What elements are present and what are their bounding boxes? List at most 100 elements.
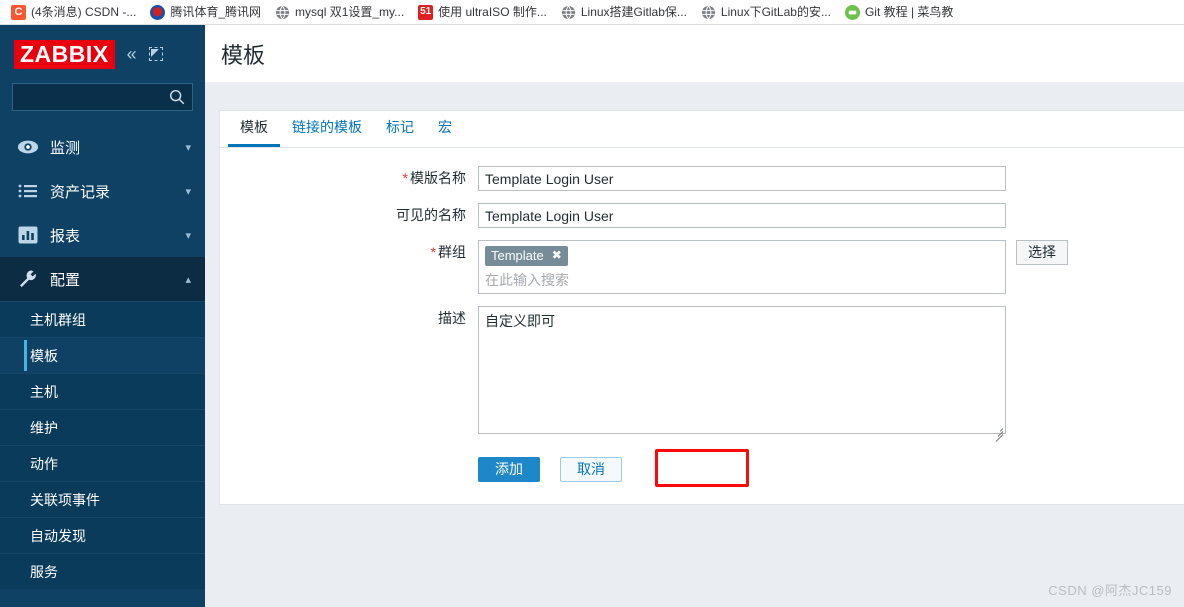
label-text: 群组 [438,244,466,260]
sidebar-subitem-label: 主机群组 [30,311,86,328]
git-favicon [844,4,860,20]
group-chip[interactable]: Template ✖ [485,246,568,266]
sidebar-subitem-hosts[interactable]: 主机 [0,373,205,409]
sidebar-item-label: 报表 [50,227,81,245]
double-chevron-left-icon[interactable]: « [127,45,137,63]
chevron-down-icon[interactable]: ▾ [185,185,191,198]
groups-search-placeholder[interactable]: 在此输入搜索 [485,271,999,289]
bookmark-label: 使用 ultraISO 制作... [438,5,547,19]
bookmark-item[interactable]: Git 教程 | 菜鸟教 [838,3,960,22]
chevron-up-icon[interactable]: ▴ [185,273,191,286]
sidebar-subitem-actions[interactable]: 动作 [0,445,205,481]
sidebar-item-label: 监测 [50,139,81,157]
zabbix-app: ZABBIX « 监测 ▾ 资产记录 ▾ 报表 ▾ 配置 ▴ 主机群组 模板 主… [0,25,1184,607]
sidebar-search-wrapper [0,83,205,125]
description-textarea[interactable]: 自定义即可 [478,306,1006,434]
sidebar-subitem-host-groups[interactable]: 主机群组 [0,301,205,337]
template-name-label: * 模版名称 [220,166,478,190]
form-body: *模版名称 可见的名称 *群组 [220,148,1184,504]
close-icon[interactable]: ✖ [552,248,562,263]
cancel-button[interactable]: 取消 [560,457,622,482]
bookmark-item[interactable]: 腾讯体育_腾讯网 [143,3,268,22]
csdn-favicon: C [11,4,26,20]
chart-icon [16,226,40,244]
sidebar-item-monitoring[interactable]: 监测 ▾ [0,125,205,169]
group-chip-label: Template [491,248,544,263]
tab-macros[interactable]: 宏 [426,119,464,147]
browser-bookmarks-bar: C (4条消息) CSDN -... 腾讯体育_腾讯网 mysql 双1设置_m… [0,0,1184,25]
sidebar-subitem-event-correlation[interactable]: 关联项事件 [0,481,205,517]
add-button[interactable]: 添加 [478,457,540,482]
tab-label: 链接的模板 [292,119,362,135]
chevron-down-icon[interactable]: ▾ [185,229,191,242]
globe-favicon [275,4,290,20]
label-text: 模版名称 [410,170,466,186]
sidebar-item-label: 资产记录 [50,183,111,201]
sidebar-item-configuration[interactable]: 配置 ▴ [0,257,205,301]
groups-multiselect[interactable]: Template ✖ 在此输入搜索 [478,240,1006,294]
wrench-icon [16,269,40,289]
description-wrapper: 自定义即可 [478,306,1006,442]
template-form-card: 模板 链接的模板 标记 宏 * 模版名称 Template Login User… [219,110,1184,505]
tab-template[interactable]: 模板 [228,119,280,147]
form-row-visible-name: 可见的名称 [220,203,1184,228]
search-box[interactable] [12,83,193,111]
chevron-down-icon[interactable]: ▾ [185,141,191,154]
sidebar-header: ZABBIX « [0,25,205,83]
select-button[interactable]: 选择 [1016,240,1068,265]
form-tabs: 模板 链接的模板 标记 宏 [220,111,1184,148]
tab-linked-templates[interactable]: 链接的模板 [280,119,374,147]
sidebar-subitem-label: 自动发现 [30,527,86,544]
list-icon [16,183,40,199]
sidebar-nav: 监测 ▾ 资产记录 ▾ 报表 ▾ 配置 ▴ 主机群组 模板 主机 维护 动作 关… [0,125,205,589]
globe-favicon [561,4,576,20]
bookmark-item[interactable]: Linux搭建Gitlab保... [554,3,694,22]
tab-label: 模板 [240,119,268,135]
sidebar-item-label: 配置 [50,271,81,289]
form-row-template-name: * 模版名称 [220,166,1184,191]
sidebar-subitem-label: 动作 [30,455,58,472]
kiosk-mode-icon[interactable] [148,47,163,61]
sidebar-item-inventory[interactable]: 资产记录 ▾ [0,169,205,213]
visible-name-input[interactable] [478,203,1006,228]
bookmark-item[interactable]: mysql 双1设置_my... [268,3,411,22]
description-label: 描述 [220,306,478,330]
sidebar-item-reports[interactable]: 报表 ▾ [0,213,205,257]
form-row-description: 描述 自定义即可 [220,306,1184,442]
bookmark-label: 腾讯体育_腾讯网 [170,5,262,19]
bookmark-item[interactable]: Linux下GitLab的安... [694,3,838,22]
template-name-input[interactable] [478,166,1006,191]
bookmark-label: Git 教程 | 菜鸟教 [864,5,954,19]
sidebar-submenu-configuration: 主机群组 模板 主机 维护 动作 关联项事件 自动发现 服务 [0,301,205,589]
required-marker: * [430,244,436,260]
51-favicon: 51 [418,4,434,20]
main-content: 模板 模板 链接的模板 标记 宏 * 模版名称 Template Login U… [205,25,1184,607]
bookmark-label: Linux搭建Gitlab保... [580,5,687,19]
tab-label: 宏 [438,119,452,135]
sidebar: ZABBIX « 监测 ▾ 资产记录 ▾ 报表 ▾ 配置 ▴ 主机群组 模板 主… [0,25,205,607]
sidebar-subitem-label: 关联项事件 [30,491,100,508]
form-row-groups: * 群组 Template ✖ 在此输入搜索 选择 [220,240,1184,294]
required-marker: * [402,170,408,186]
sidebar-subitem-label: 维护 [30,419,58,436]
search-icon[interactable] [168,88,186,111]
visible-name-label: 可见的名称 [220,203,478,227]
tencent-favicon [150,4,166,20]
sidebar-subitem-templates[interactable]: 模板 [0,337,205,373]
bookmark-item[interactable]: 51 使用 ultraISO 制作... [411,3,554,22]
bookmark-item[interactable]: C (4条消息) CSDN -... [4,3,143,22]
eye-icon [16,139,40,155]
search-input[interactable] [13,84,192,110]
bookmark-label: Linux下GitLab的安... [720,5,831,19]
sidebar-subitem-label: 模板 [30,347,58,364]
tab-label: 标记 [386,119,414,135]
groups-label: * 群组 [220,240,478,264]
tab-tags[interactable]: 标记 [374,119,426,147]
form-actions: 添加 取消 [220,457,1184,504]
zabbix-logo[interactable]: ZABBIX [14,39,115,69]
sidebar-subitem-services[interactable]: 服务 [0,553,205,589]
sidebar-subitem-discovery[interactable]: 自动发现 [0,517,205,553]
sidebar-subitem-maintenance[interactable]: 维护 [0,409,205,445]
label-text: 可见的名称 [396,207,466,223]
sidebar-subitem-label: 主机 [30,383,58,400]
